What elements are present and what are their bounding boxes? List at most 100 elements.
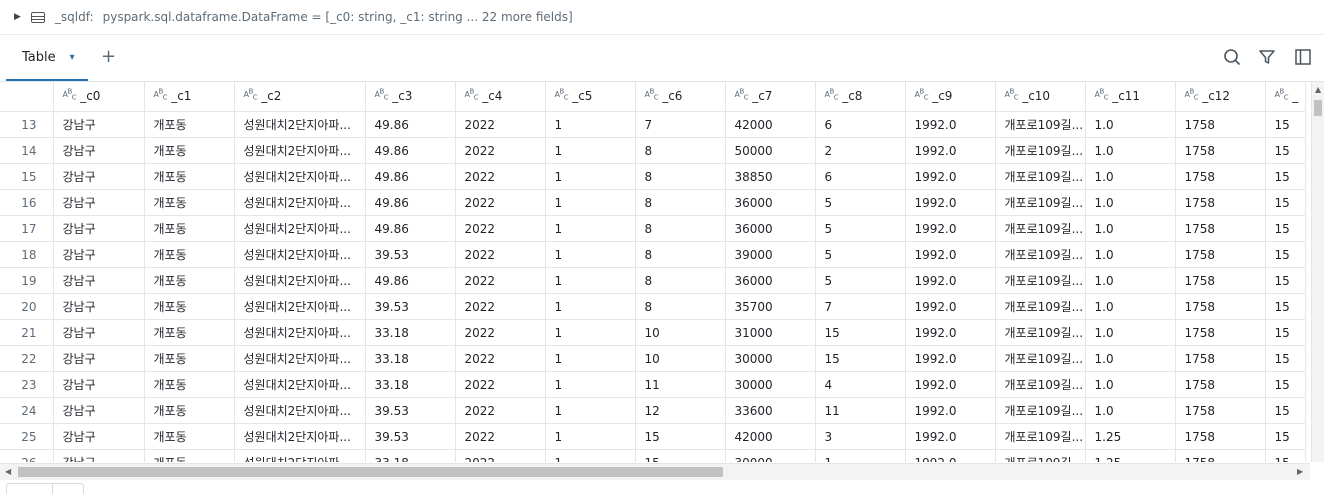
table-cell[interactable]: 7	[635, 111, 726, 138]
table-cell[interactable]: 15	[1265, 423, 1306, 450]
table-cell[interactable]: 1.0	[1085, 215, 1176, 242]
table-cell[interactable]: 11	[635, 371, 726, 398]
table-cell[interactable]: 성원대치2단지아파...	[234, 267, 366, 294]
column-header[interactable]: ABC _c1	[144, 82, 235, 112]
table-cell[interactable]: 11	[815, 397, 906, 424]
table-cell[interactable]: 1	[545, 267, 636, 294]
table-cell[interactable]: 1992.0	[905, 423, 996, 450]
table-cell[interactable]: 성원대치2단지아파...	[234, 449, 366, 462]
table-cell[interactable]: 2022	[455, 241, 546, 268]
table-cell[interactable]: 1.0	[1085, 267, 1176, 294]
table-cell[interactable]: 개포동	[144, 345, 235, 372]
table-cell[interactable]: 개포동	[144, 449, 235, 462]
table-cell[interactable]: 1992.0	[905, 371, 996, 398]
table-cell[interactable]: 42000	[725, 111, 816, 138]
table-cell[interactable]: 1992.0	[905, 267, 996, 294]
table-cell[interactable]: 개포로109길...	[995, 293, 1086, 320]
table-cell[interactable]: 2	[815, 137, 906, 164]
expand-caret-icon[interactable]: ▶	[14, 12, 21, 22]
table-cell[interactable]: 강남구	[53, 449, 145, 462]
table-cell[interactable]: 성원대치2단지아파...	[234, 293, 366, 320]
table-cell[interactable]: 개포로109길...	[995, 267, 1086, 294]
table-cell[interactable]: 강남구	[53, 189, 145, 216]
table-cell[interactable]: 강남구	[53, 163, 145, 190]
table-cell[interactable]: 1992.0	[905, 319, 996, 346]
table-cell[interactable]: 2022	[455, 293, 546, 320]
table-row[interactable]: 15 강남구 개포동 성원대치2단지아파... 49.86 2022 1 8 38850 6 199…	[0, 163, 1306, 190]
table-cell[interactable]: 1	[545, 189, 636, 216]
search-icon[interactable]	[1222, 47, 1242, 67]
table-cell[interactable]: 1758	[1175, 397, 1266, 424]
table-cell[interactable]: 1992.0	[905, 293, 996, 320]
column-header[interactable]: ABC _	[1265, 82, 1306, 112]
table-cell[interactable]: 개포동	[144, 397, 235, 424]
table-cell[interactable]: 15	[1265, 111, 1306, 138]
table-cell[interactable]: 1	[545, 163, 636, 190]
table-cell[interactable]: 30000	[725, 371, 816, 398]
table-cell[interactable]: 30000	[725, 345, 816, 372]
table-cell[interactable]: 35700	[725, 293, 816, 320]
table-cell[interactable]: 개포동	[144, 371, 235, 398]
table-cell[interactable]: 2022	[455, 189, 546, 216]
table-cell[interactable]: 8	[635, 293, 726, 320]
table-cell[interactable]: 개포로109길...	[995, 137, 1086, 164]
table-cell[interactable]: 개포동	[144, 319, 235, 346]
table-cell[interactable]: 15	[635, 449, 726, 462]
table-cell[interactable]: 1.0	[1085, 293, 1176, 320]
table-cell[interactable]: 15	[1265, 371, 1306, 398]
table-cell[interactable]: 33.18	[365, 449, 456, 462]
table-cell[interactable]: 8	[635, 241, 726, 268]
table-cell[interactable]: 36000	[725, 189, 816, 216]
table-cell[interactable]: 30000	[725, 449, 816, 462]
column-header[interactable]: ABC _c10	[995, 82, 1086, 112]
table-cell[interactable]: 1	[545, 397, 636, 424]
table-cell[interactable]: 42000	[725, 423, 816, 450]
table-cell[interactable]: 성원대치2단지아파...	[234, 189, 366, 216]
tab-table[interactable]: Table ▾	[6, 35, 88, 81]
table-cell[interactable]: 7	[815, 293, 906, 320]
table-cell[interactable]: 1758	[1175, 111, 1266, 138]
table-cell[interactable]: 개포동	[144, 111, 235, 138]
column-header[interactable]: ABC _c2	[234, 82, 366, 112]
table-cell[interactable]: 33600	[725, 397, 816, 424]
table-cell[interactable]: 1.0	[1085, 371, 1176, 398]
table-cell[interactable]: 2022	[455, 397, 546, 424]
table-row[interactable]: 25 강남구 개포동 성원대치2단지아파... 39.53 2022 1 15 42000 3 19…	[0, 423, 1306, 450]
table-cell[interactable]: 8	[635, 189, 726, 216]
table-row[interactable]: 23 강남구 개포동 성원대치2단지아파... 33.18 2022 1 11 30000 4 19…	[0, 371, 1306, 398]
column-header[interactable]: ABC _c8	[815, 82, 906, 112]
table-cell[interactable]: 33.18	[365, 371, 456, 398]
vertical-scrollbar[interactable]: ▲	[1311, 82, 1324, 462]
table-cell[interactable]: 1	[545, 371, 636, 398]
table-cell[interactable]: 1	[545, 449, 636, 462]
table-cell[interactable]: 15	[1265, 137, 1306, 164]
table-cell[interactable]: 2022	[455, 371, 546, 398]
table-cell[interactable]: 49.86	[365, 137, 456, 164]
table-cell[interactable]: 강남구	[53, 293, 145, 320]
table-cell[interactable]: 2022	[455, 111, 546, 138]
table-cell[interactable]: 성원대치2단지아파...	[234, 345, 366, 372]
table-cell[interactable]: 1.0	[1085, 137, 1176, 164]
table-cell[interactable]: 개포로109길...	[995, 111, 1086, 138]
table-row[interactable]: 22 강남구 개포동 성원대치2단지아파... 33.18 2022 1 10 30000 15 1…	[0, 345, 1306, 372]
table-cell[interactable]: 2022	[455, 319, 546, 346]
table-cell[interactable]: 31000	[725, 319, 816, 346]
add-tab-button[interactable]: +	[101, 46, 116, 67]
table-cell[interactable]: 1758	[1175, 371, 1266, 398]
table-cell[interactable]: 4	[815, 371, 906, 398]
table-cell[interactable]: 33.18	[365, 319, 456, 346]
table-cell[interactable]: 15	[1265, 319, 1306, 346]
table-cell[interactable]: 1758	[1175, 267, 1266, 294]
table-cell[interactable]: 38850	[725, 163, 816, 190]
table-cell[interactable]: 개포로109길...	[995, 163, 1086, 190]
table-cell[interactable]: 49.86	[365, 267, 456, 294]
table-cell[interactable]: 1758	[1175, 215, 1266, 242]
column-header[interactable]: ABC _c3	[365, 82, 456, 112]
table-cell[interactable]: 개포로109길...	[995, 449, 1086, 462]
table-cell[interactable]: 성원대치2단지아파...	[234, 163, 366, 190]
table-cell[interactable]: 2022	[455, 163, 546, 190]
table-cell[interactable]: 1992.0	[905, 241, 996, 268]
table-cell[interactable]: 1.0	[1085, 397, 1176, 424]
column-header[interactable]: ABC _c9	[905, 82, 996, 112]
table-cell[interactable]: 39.53	[365, 241, 456, 268]
